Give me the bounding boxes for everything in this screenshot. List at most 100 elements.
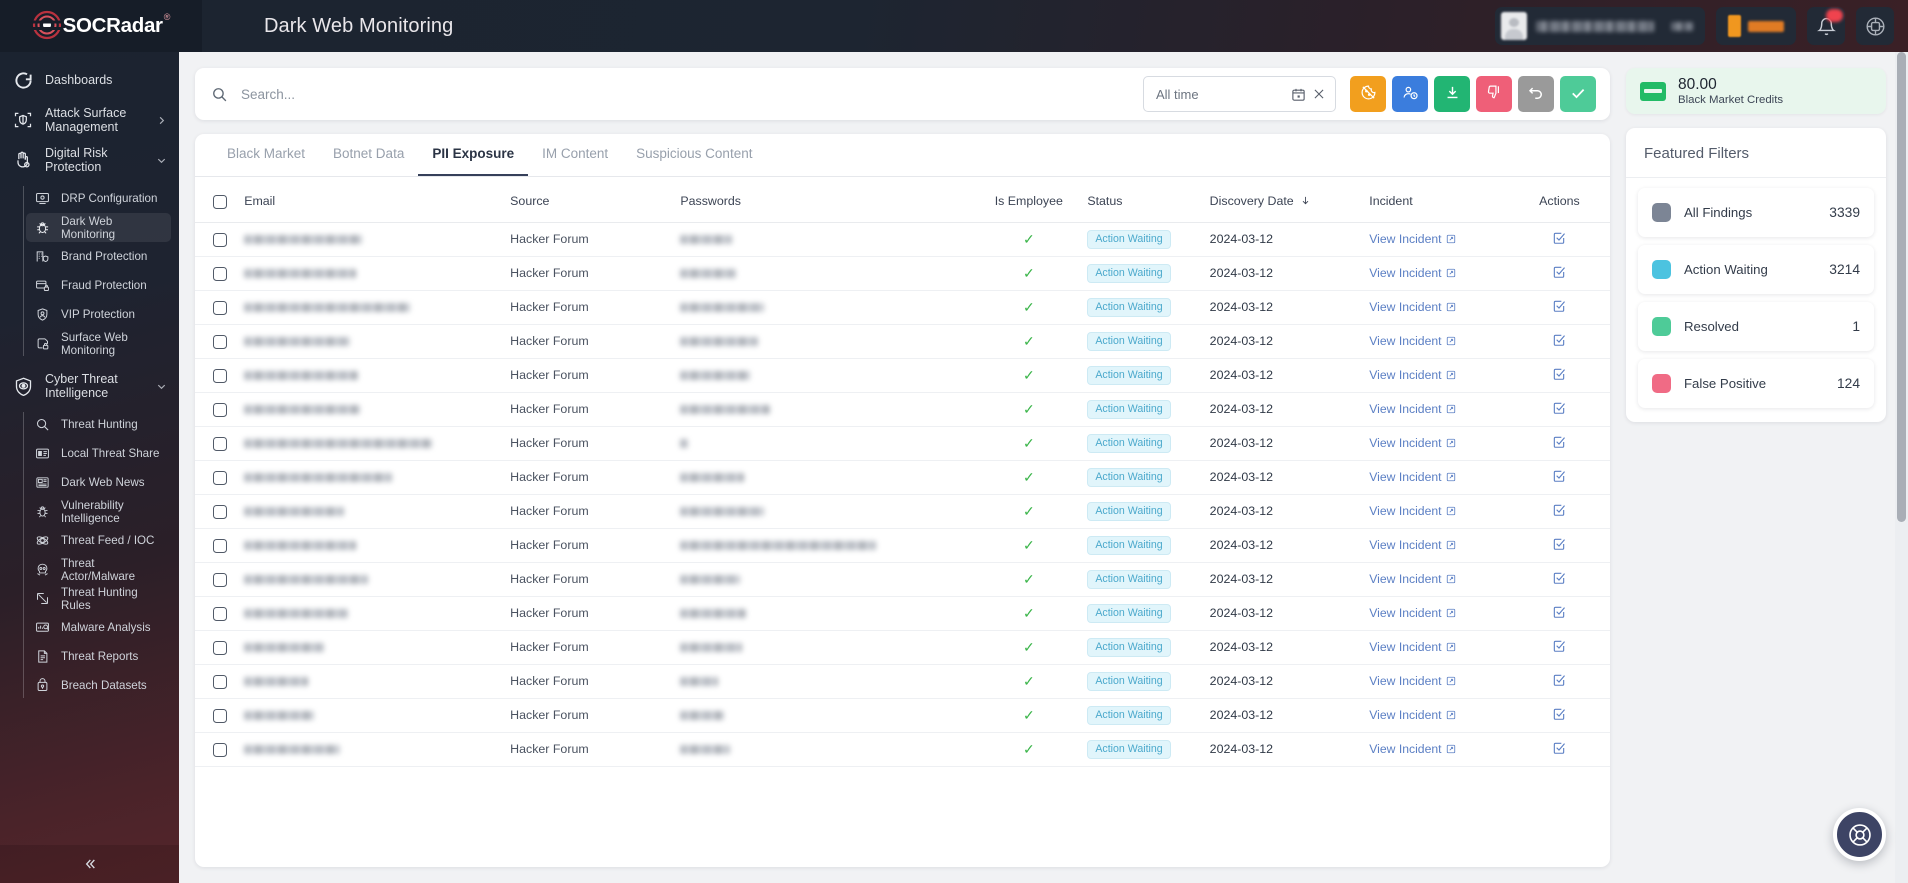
view-incident-link[interactable]: View Incident — [1369, 436, 1441, 450]
row-checkbox[interactable] — [213, 470, 227, 485]
tab-suspicious-content[interactable]: Suspicious Content — [622, 134, 766, 176]
close-icon[interactable] — [1312, 87, 1326, 101]
view-incident-link[interactable]: View Incident — [1369, 640, 1441, 654]
sidebar-item-threat-hunting-rules[interactable]: Threat Hunting Rules — [26, 584, 171, 613]
date-range-filter[interactable]: All time — [1143, 76, 1336, 112]
row-checkbox[interactable] — [213, 572, 227, 587]
view-incident-link[interactable]: View Incident — [1369, 266, 1441, 280]
row-action-check-button[interactable] — [1552, 639, 1566, 653]
table-row[interactable]: Hacker Forum ✓ Action Waiting 2024-03-12 Vie… — [195, 732, 1610, 767]
row-action-check-button[interactable] — [1552, 435, 1566, 449]
row-checkbox[interactable] — [213, 436, 227, 451]
mark-as-read-button[interactable] — [1350, 76, 1386, 112]
row-action-check-button[interactable] — [1552, 231, 1566, 245]
sidebar-item-local-threat-share[interactable]: Local Threat Share — [26, 439, 171, 468]
row-checkbox[interactable] — [213, 606, 227, 621]
company-badge[interactable] — [1716, 7, 1796, 45]
row-checkbox[interactable] — [213, 504, 227, 519]
table-row[interactable]: Hacker Forum ✓ Action Waiting 2024-03-12 Vie… — [195, 324, 1610, 359]
row-action-check-button[interactable] — [1552, 333, 1566, 347]
row-action-check-button[interactable] — [1552, 299, 1566, 313]
view-incident-link[interactable]: View Incident — [1369, 470, 1441, 484]
select-all-checkbox[interactable] — [213, 194, 227, 209]
row-action-check-button[interactable] — [1552, 401, 1566, 415]
view-incident-link[interactable]: View Incident — [1369, 368, 1441, 382]
row-action-check-button[interactable] — [1552, 707, 1566, 721]
row-checkbox[interactable] — [213, 300, 227, 315]
row-checkbox[interactable] — [213, 708, 227, 723]
row-checkbox[interactable] — [213, 266, 227, 281]
table-row[interactable]: Hacker Forum ✓ Action Waiting 2024-03-12 Vie… — [195, 596, 1610, 631]
tab-pii-exposure[interactable]: PII Exposure — [418, 134, 529, 176]
filter-item-all-findings[interactable]: All Findings 3339 — [1638, 188, 1874, 237]
sidebar-item-threat-reports[interactable]: Threat Reports — [26, 642, 171, 671]
sidebar-item-dark-web-monitoring[interactable]: Dark Web Monitoring — [26, 213, 171, 242]
view-incident-link[interactable]: View Incident — [1369, 572, 1441, 586]
false-positive-button[interactable] — [1476, 76, 1512, 112]
view-incident-link[interactable]: View Incident — [1369, 674, 1441, 688]
sidebar-item-malware-analysis[interactable]: Malware Analysis — [26, 613, 171, 642]
sidebar-item-fraud-protection[interactable]: Fraud Protection — [26, 271, 171, 300]
row-checkbox[interactable] — [213, 334, 227, 349]
download-button[interactable] — [1434, 76, 1470, 112]
col-header-date[interactable]: Discovery Date — [1205, 177, 1366, 223]
row-action-check-button[interactable] — [1552, 537, 1566, 551]
tab-black-market[interactable]: Black Market — [213, 134, 319, 176]
table-row[interactable]: Hacker Forum ✓ Action Waiting 2024-03-12 Vie… — [195, 222, 1610, 257]
view-incident-link[interactable]: View Incident — [1369, 300, 1441, 314]
undo-button[interactable] — [1518, 76, 1554, 112]
row-action-check-button[interactable] — [1552, 605, 1566, 619]
table-row[interactable]: Hacker Forum ✓ Action Waiting 2024-03-12 Vie… — [195, 460, 1610, 495]
page-scrollbar[interactable] — [1895, 52, 1908, 883]
sidebar-item-brand-protection[interactable]: Brand Protection — [26, 242, 171, 271]
scrollbar-thumb[interactable] — [1897, 52, 1906, 522]
table-row[interactable]: Hacker Forum ✓ Action Waiting 2024-03-12 Vie… — [195, 392, 1610, 427]
user-menu[interactable] — [1495, 7, 1705, 45]
table-row[interactable]: Hacker Forum ✓ Action Waiting 2024-03-12 Vie… — [195, 256, 1610, 291]
row-checkbox[interactable] — [213, 402, 227, 417]
row-action-check-button[interactable] — [1552, 673, 1566, 687]
table-row[interactable]: Hacker Forum ✓ Action Waiting 2024-03-12 Vie… — [195, 426, 1610, 461]
sidebar-item-breach-datasets[interactable]: Breach Datasets — [26, 671, 171, 700]
table-row[interactable]: Hacker Forum ✓ Action Waiting 2024-03-12 Vie… — [195, 698, 1610, 733]
view-incident-link[interactable]: View Incident — [1369, 402, 1441, 416]
table-row[interactable]: Hacker Forum ✓ Action Waiting 2024-03-12 Vie… — [195, 562, 1610, 597]
sidebar-item-threat-hunting[interactable]: Threat Hunting — [26, 410, 171, 439]
table-row[interactable]: Hacker Forum ✓ Action Waiting 2024-03-12 Vie… — [195, 290, 1610, 325]
view-incident-link[interactable]: View Incident — [1369, 708, 1441, 722]
notifications-button[interactable] — [1807, 7, 1845, 45]
row-checkbox[interactable] — [213, 742, 227, 757]
sidebar-item-attack-surface-management[interactable]: Attack Surface Management — [0, 100, 179, 140]
sidebar-item-dashboards[interactable]: Dashboards — [0, 60, 179, 100]
view-incident-link[interactable]: View Incident — [1369, 606, 1441, 620]
table-row[interactable]: Hacker Forum ✓ Action Waiting 2024-03-12 Vie… — [195, 494, 1610, 529]
sidebar-item-vulnerability-intelligence[interactable]: Vulnerability Intelligence — [26, 497, 171, 526]
table-row[interactable]: Hacker Forum ✓ Action Waiting 2024-03-12 Vie… — [195, 528, 1610, 563]
table-row[interactable]: Hacker Forum ✓ Action Waiting 2024-03-12 Vie… — [195, 358, 1610, 393]
row-action-check-button[interactable] — [1552, 741, 1566, 755]
support-button[interactable] — [1833, 808, 1886, 861]
view-incident-link[interactable]: View Incident — [1369, 538, 1441, 552]
row-checkbox[interactable] — [213, 640, 227, 655]
assign-button[interactable] — [1392, 76, 1428, 112]
row-checkbox[interactable] — [213, 674, 227, 689]
search-input[interactable] — [241, 86, 1143, 102]
sidebar-item-threat-actor-malware[interactable]: Threat Actor/Malware — [26, 555, 171, 584]
black-market-credits-card[interactable]: 80.00 Black Market Credits — [1626, 68, 1886, 114]
row-checkbox[interactable] — [213, 538, 227, 553]
filter-item-resolved[interactable]: Resolved 1 — [1638, 302, 1874, 351]
view-incident-link[interactable]: View Incident — [1369, 504, 1441, 518]
view-incident-link[interactable]: View Incident — [1369, 742, 1441, 756]
sidebar-item-drp-configuration[interactable]: DRP Configuration — [26, 184, 171, 213]
table-row[interactable]: Hacker Forum ✓ Action Waiting 2024-03-12 Vie… — [195, 630, 1610, 665]
row-checkbox[interactable] — [213, 368, 227, 383]
sidebar-item-dark-web-news[interactable]: Dark Web News — [26, 468, 171, 497]
calendar-icon[interactable] — [1291, 87, 1306, 102]
tab-im-content[interactable]: IM Content — [528, 134, 622, 176]
row-action-check-button[interactable] — [1552, 265, 1566, 279]
filter-item-false-positive[interactable]: False Positive 124 — [1638, 359, 1874, 408]
row-action-check-button[interactable] — [1552, 469, 1566, 483]
filter-item-action-waiting[interactable]: Action Waiting 3214 — [1638, 245, 1874, 294]
sidebar-collapse-button[interactable] — [0, 845, 179, 883]
row-checkbox[interactable] — [213, 232, 227, 247]
